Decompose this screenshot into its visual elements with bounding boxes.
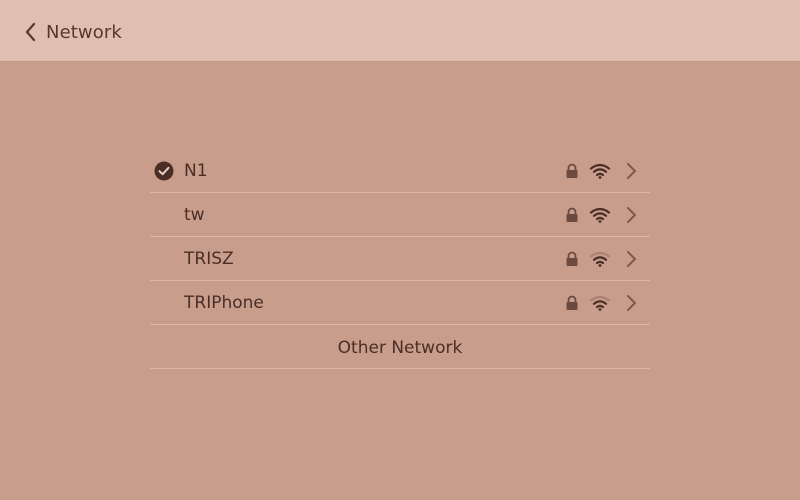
network-name: N1 xyxy=(184,161,208,181)
network-name: TRIPhone xyxy=(184,293,264,313)
chevron-right-icon xyxy=(624,205,638,225)
chevron-right-icon xyxy=(624,249,638,269)
lock-icon xyxy=(565,251,579,267)
network-row-triphone[interactable]: TRIPhone xyxy=(150,281,650,325)
lock-icon xyxy=(565,207,579,223)
network-list: N1 tw TRISZ TRIPhone Other Network xyxy=(150,149,650,369)
other-network-label: Other Network xyxy=(337,338,463,358)
network-row-tw[interactable]: tw xyxy=(150,193,650,237)
checkmark-circle-icon xyxy=(154,161,174,181)
chevron-right-icon xyxy=(624,293,638,313)
network-row-trisz[interactable]: TRISZ xyxy=(150,237,650,281)
wifi-signal-icon xyxy=(589,163,611,179)
lock-icon xyxy=(565,295,579,311)
chevron-left-icon xyxy=(22,22,38,42)
wifi-signal-icon xyxy=(589,251,611,267)
network-name: TRISZ xyxy=(184,249,234,269)
wifi-signal-icon xyxy=(589,295,611,311)
back-button[interactable]: Network xyxy=(22,18,122,46)
network-name: tw xyxy=(184,205,205,225)
header-bar: Network xyxy=(0,0,800,62)
wifi-signal-icon xyxy=(589,207,611,223)
page-title: Network xyxy=(46,21,122,43)
chevron-right-icon xyxy=(624,161,638,181)
other-network-button[interactable]: Other Network xyxy=(150,325,650,369)
lock-icon xyxy=(565,163,579,179)
network-row-n1[interactable]: N1 xyxy=(150,149,650,193)
